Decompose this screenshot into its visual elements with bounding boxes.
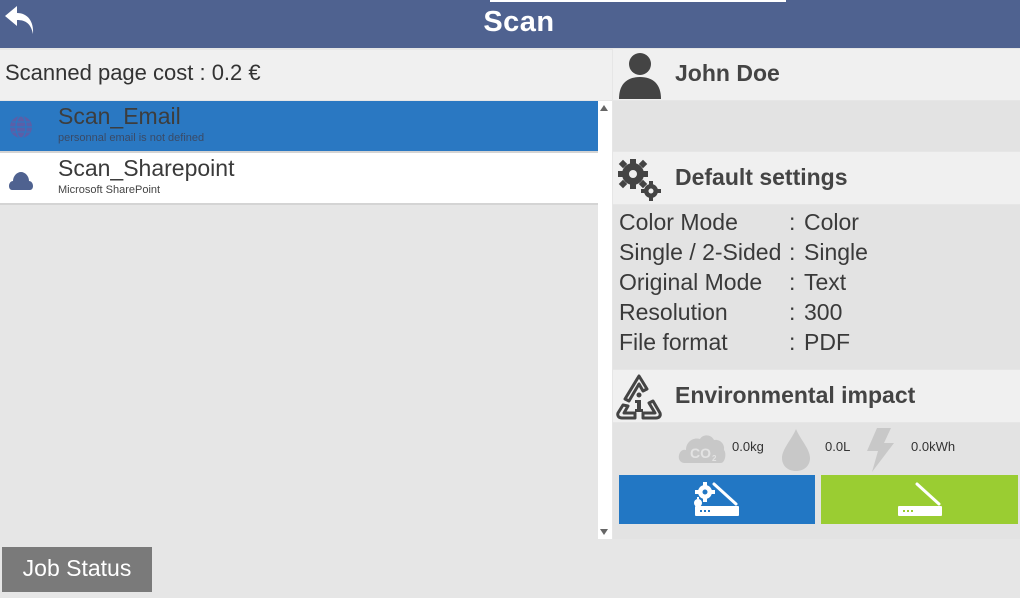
scanner-settings-icon	[694, 482, 739, 516]
setting-row-color-mode: Color Mode : Color	[619, 209, 1019, 239]
environmental-impact-panel: CO 2 0.0kg 0.0L 0.0kWh	[613, 423, 1020, 539]
scroll-down-arrow-icon[interactable]	[600, 529, 608, 535]
setting-colon: :	[789, 269, 796, 295]
default-settings-header: Default settings	[613, 152, 1020, 204]
setting-value: Text	[804, 269, 847, 295]
user-row: John Doe	[613, 49, 1020, 100]
setting-label: Color Mode	[619, 209, 738, 235]
scroll-up-arrow-icon[interactable]	[600, 105, 608, 111]
user-icon	[619, 53, 661, 99]
workflow-list: Scan_Email personnal email is not define…	[0, 101, 598, 539]
list-item-name: Scan_Email	[58, 103, 181, 129]
co2-cloud-icon: CO 2	[678, 435, 726, 463]
header-bar: Scan	[0, 0, 1020, 48]
settings-list: Color Mode : Color Single / 2-Sided : Si…	[613, 205, 1020, 369]
scan-settings-button[interactable]	[619, 475, 815, 524]
setting-colon: :	[789, 299, 796, 325]
energy-value: 0.0kWh	[911, 439, 956, 454]
recycle-info-icon	[616, 374, 662, 420]
list-scrollbar[interactable]	[598, 101, 612, 539]
setting-colon: :	[789, 329, 796, 355]
scanner-start-icon	[897, 482, 942, 516]
co2-value: 0.0kg	[732, 439, 764, 454]
setting-value: 300	[804, 299, 843, 325]
default-settings-title: Default settings	[675, 164, 848, 190]
globe-icon	[10, 115, 32, 139]
header-accent-line	[490, 0, 786, 2]
environmental-impact-header: Environmental impact	[613, 370, 1020, 422]
cloud-icon	[9, 172, 33, 190]
setting-value: PDF	[804, 329, 850, 355]
user-info-block	[613, 101, 1020, 151]
page-title: Scan	[483, 6, 555, 38]
setting-label: Resolution	[619, 299, 728, 325]
setting-row-sides: Single / 2-Sided : Single	[619, 239, 1019, 269]
setting-label: Original Mode	[619, 269, 763, 295]
list-item-description: Microsoft SharePoint	[58, 184, 161, 196]
list-item-scan-email[interactable]: Scan_Email personnal email is not define…	[0, 101, 598, 151]
page-cost-row: Scanned page cost : 0.2 €	[0, 50, 612, 100]
setting-row-resolution: Resolution : 300	[619, 299, 1019, 329]
user-name: John Doe	[675, 60, 780, 86]
setting-label: Single / 2-Sided	[619, 239, 782, 265]
list-item-scan-sharepoint[interactable]: Scan_Sharepoint Microsoft SharePoint	[0, 153, 598, 203]
setting-colon: :	[789, 239, 796, 265]
svg-text:CO: CO	[690, 445, 711, 461]
energy-bolt-icon	[867, 428, 894, 472]
setting-label: File format	[619, 329, 728, 355]
setting-value: Single	[804, 239, 868, 265]
job-status-button[interactable]: Job Status	[2, 547, 152, 592]
divider	[0, 203, 598, 205]
page-cost-text: Scanned page cost : 0.2 €	[5, 60, 261, 85]
start-scan-button[interactable]	[821, 475, 1018, 524]
water-value: 0.0L	[825, 439, 851, 454]
setting-colon: :	[789, 209, 796, 235]
svg-text:2: 2	[712, 454, 717, 463]
list-item-name: Scan_Sharepoint	[58, 155, 235, 181]
environmental-impact-title: Environmental impact	[675, 382, 916, 408]
setting-row-file-format: File format : PDF	[619, 329, 1019, 359]
list-item-description: personnal email is not defined	[58, 132, 205, 144]
details-panel: John Doe Default settings Color Mode: C…	[613, 49, 1020, 539]
setting-value: Color	[804, 209, 859, 235]
setting-row-original-mode: Original Mode : Text	[619, 269, 1019, 299]
gears-icon	[618, 159, 661, 201]
water-drop-icon	[782, 429, 810, 471]
